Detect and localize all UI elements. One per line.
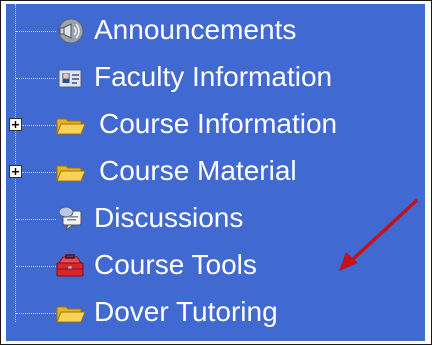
screenshot-frame: Announcements Faculty Information Course…: [0, 0, 432, 345]
annotation-arrow-icon: [339, 199, 418, 271]
course-menu-panel: Announcements Faculty Information Course…: [6, 4, 425, 341]
